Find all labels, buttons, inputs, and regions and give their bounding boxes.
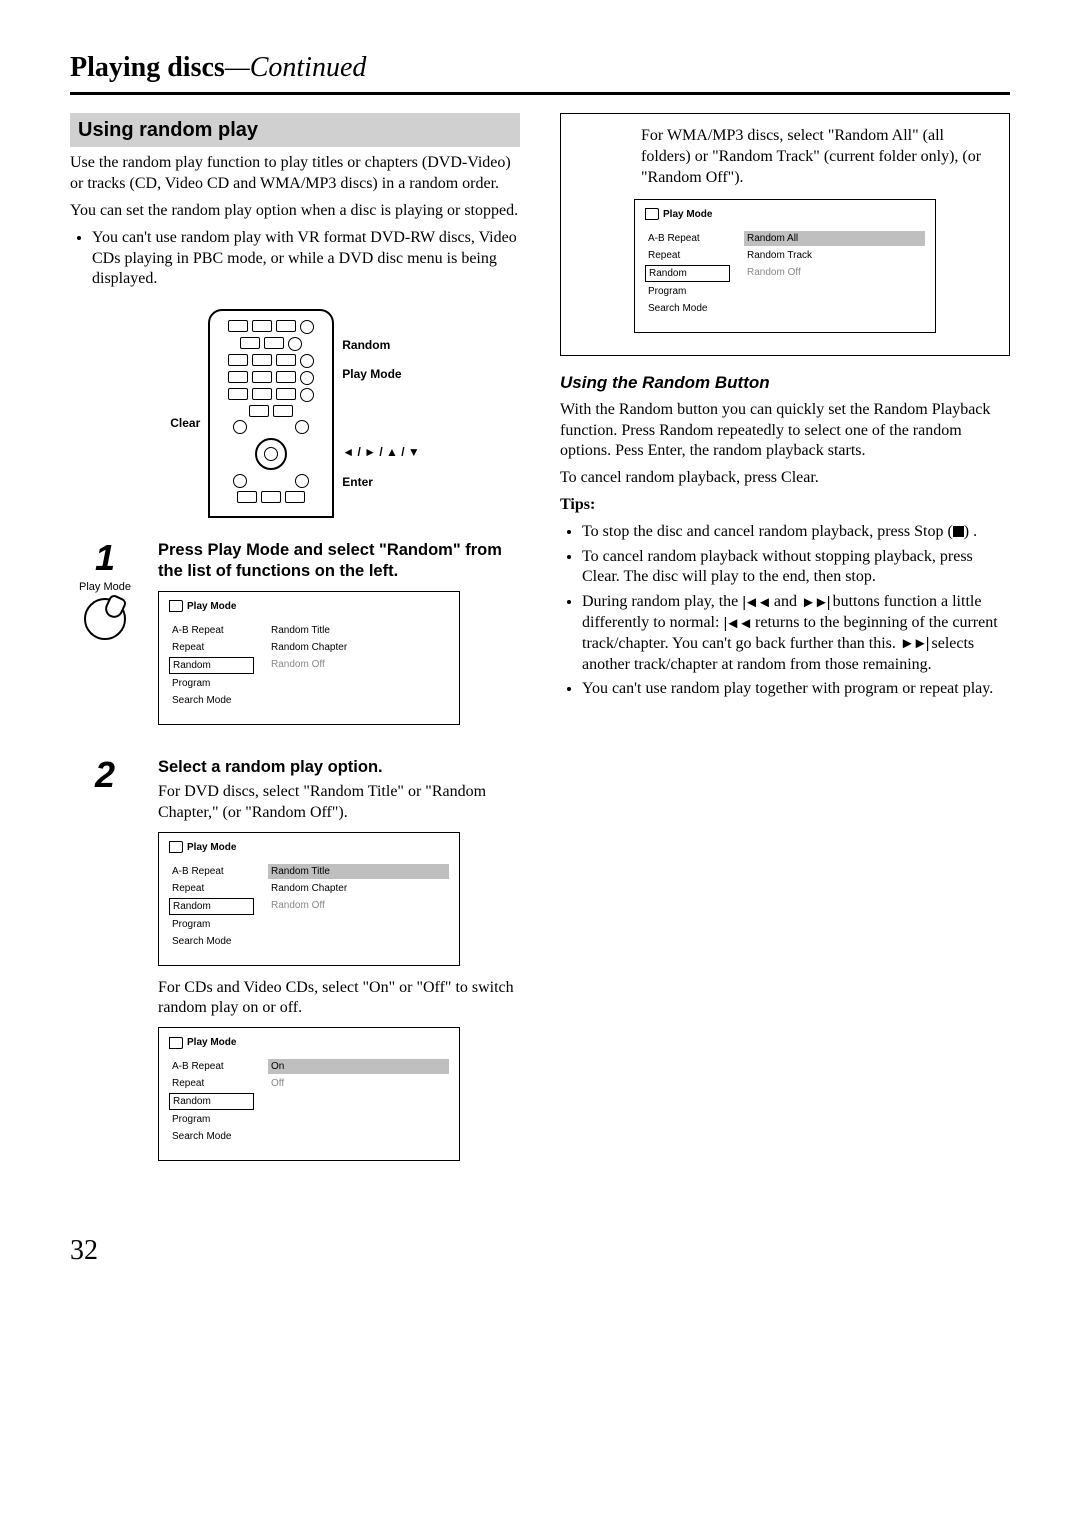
step-2-head: Select a random play option. (158, 757, 520, 778)
osd-right-item-dim: Random Off (744, 265, 925, 280)
osd-step2-cd: Play Mode A-B Repeat Repeat Random Progr… (158, 1027, 460, 1161)
osd-right-item-dim: Off (268, 1076, 449, 1091)
step-2-dvd-text: For DVD discs, select "Random Title" or … (158, 782, 520, 824)
step-1: 1 Play Mode Press Play Mode and select "… (70, 540, 520, 737)
osd-step1: Play Mode A-B Repeat Repeat Random Progr… (158, 591, 460, 725)
osd-left-item: A-B Repeat (169, 1059, 254, 1074)
osd-left-item: Repeat (169, 1076, 254, 1091)
tip-4: You can't use random play together with … (582, 679, 1010, 700)
osd-left-item: Repeat (645, 248, 730, 263)
osd-left-item-selected: Random (169, 657, 254, 674)
right-para-1: With the Random button you can quickly s… (560, 400, 1010, 462)
title-continued: —Continued (225, 52, 367, 83)
osd-left-item-selected: Random (645, 265, 730, 282)
osd-right-item-dim: Random Off (268, 657, 449, 672)
section-heading: Using random play (70, 113, 520, 147)
osd-left-item: Search Mode (169, 1129, 254, 1144)
osd-right-item-highlight: Random All (744, 231, 925, 246)
tip-2: To cancel random playback without stoppi… (582, 547, 1010, 589)
skip-prev-icon: |◄◄ (742, 593, 770, 613)
osd-left-item: Search Mode (169, 934, 254, 949)
tip-3: During random play, the |◄◄ and ►►| butt… (582, 592, 1010, 675)
intro-bullets: You can't use random play with VR format… (70, 228, 520, 290)
osd-title: Play Mode (663, 208, 712, 221)
tip-3b: and (770, 593, 801, 610)
page-title: Playing discs—Continued (70, 50, 1010, 86)
osd-title: Play Mode (187, 841, 236, 854)
osd-right-item-highlight: Random Title (268, 864, 449, 879)
tip-3a: During random play, the (582, 593, 742, 610)
osd-left-item: Program (169, 917, 254, 932)
remote-labels-left: Clear (170, 308, 200, 520)
right-para-2: To cancel random playback, press Clear. (560, 468, 1010, 489)
right-column: For WMA/MP3 discs, select "Random All" (… (560, 113, 1010, 1193)
osd-title: Play Mode (187, 600, 236, 613)
remote-label-random: Random (342, 338, 420, 354)
osd-right-item-highlight: On (268, 1059, 449, 1074)
osd-right-item: Random Chapter (268, 640, 449, 655)
tip-1: To stop the disc and cancel random playb… (582, 522, 1010, 543)
remote-label-clear: Clear (170, 416, 200, 432)
title-rule (70, 92, 1010, 95)
skip-prev-icon: |◄◄ (723, 614, 751, 634)
osd-left-item-selected: Random (169, 1093, 254, 1110)
osd-wma: Play Mode A-B Repeat Repeat Random Progr… (634, 199, 936, 333)
tip-1b: ) . (964, 523, 977, 540)
osd-left-item: Search Mode (645, 301, 730, 316)
osd-left-item: A-B Repeat (169, 623, 254, 638)
wma-text: For WMA/MP3 discs, select "Random All" (… (641, 126, 989, 188)
osd-right-item: Random Title (268, 623, 449, 638)
title-main: Playing discs (70, 52, 225, 83)
osd-step2-dvd: Play Mode A-B Repeat Repeat Random Progr… (158, 832, 460, 966)
osd-title: Play Mode (187, 1036, 236, 1049)
osd-right-item: Random Track (744, 248, 925, 263)
osd-left-item: A-B Repeat (645, 231, 730, 246)
page-number: 32 (70, 1233, 1010, 1269)
osd-right-item: Random Chapter (268, 881, 449, 896)
step-2: 2 Select a random play option. For DVD d… (70, 757, 520, 1174)
intro-bullet-1: You can't use random play with VR format… (92, 228, 520, 290)
osd-left-item: A-B Repeat (169, 864, 254, 879)
osd-left-list: A-B Repeat Repeat Random Program Search … (169, 621, 254, 710)
tips-label: Tips: (560, 495, 1010, 516)
tips-list: To stop the disc and cancel random playb… (560, 522, 1010, 700)
skip-next-icon: ►►| (900, 634, 928, 654)
disc-icon (169, 1037, 183, 1049)
step-2-cd-text: For CDs and Video CDs, select "On" or "O… (158, 978, 520, 1020)
osd-left-item: Repeat (169, 881, 254, 896)
osd-left-item: Repeat (169, 640, 254, 655)
remote-label-enter: Enter (342, 475, 420, 491)
step-1-sub: Play Mode (70, 580, 140, 594)
step-1-head: Press Play Mode and select "Random" from… (158, 540, 520, 583)
osd-left-item: Program (645, 284, 730, 299)
remote-label-playmode: Play Mode (342, 367, 420, 383)
stop-icon (953, 526, 964, 537)
disc-icon (169, 600, 183, 612)
skip-next-icon: ►►| (801, 593, 829, 613)
remote-body (208, 309, 334, 518)
step-2-number: 2 (70, 757, 140, 793)
disc-icon (645, 208, 659, 220)
sub-heading: Using the Random Button (560, 372, 1010, 394)
remote-label-arrows: ◄ / ► / ▲ / ▼ (342, 445, 420, 461)
osd-left-item: Search Mode (169, 693, 254, 708)
step-1-number: 1 (70, 540, 140, 576)
left-column: Using random play Use the random play fu… (70, 113, 520, 1193)
wma-box: For WMA/MP3 discs, select "Random All" (… (560, 113, 1010, 355)
osd-left-item-selected: Random (169, 898, 254, 915)
tip-1a: To stop the disc and cancel random playb… (582, 523, 953, 540)
press-icon (84, 598, 126, 640)
osd-right-item-dim: Random Off (268, 898, 449, 913)
remote-labels-right: Random Play Mode ◄ / ► / ▲ / ▼ Enter (342, 324, 420, 504)
osd-right-list: Random Title Random Chapter Random Off (268, 621, 449, 710)
remote-diagram: Clear Random Play Mode ◄ / ► / ▲ / ▼ (70, 308, 520, 520)
osd-left-item: Program (169, 1112, 254, 1127)
disc-icon (169, 841, 183, 853)
intro-para-1: Use the random play function to play tit… (70, 153, 520, 195)
osd-left-item: Program (169, 676, 254, 691)
intro-para-2: You can set the random play option when … (70, 201, 520, 222)
